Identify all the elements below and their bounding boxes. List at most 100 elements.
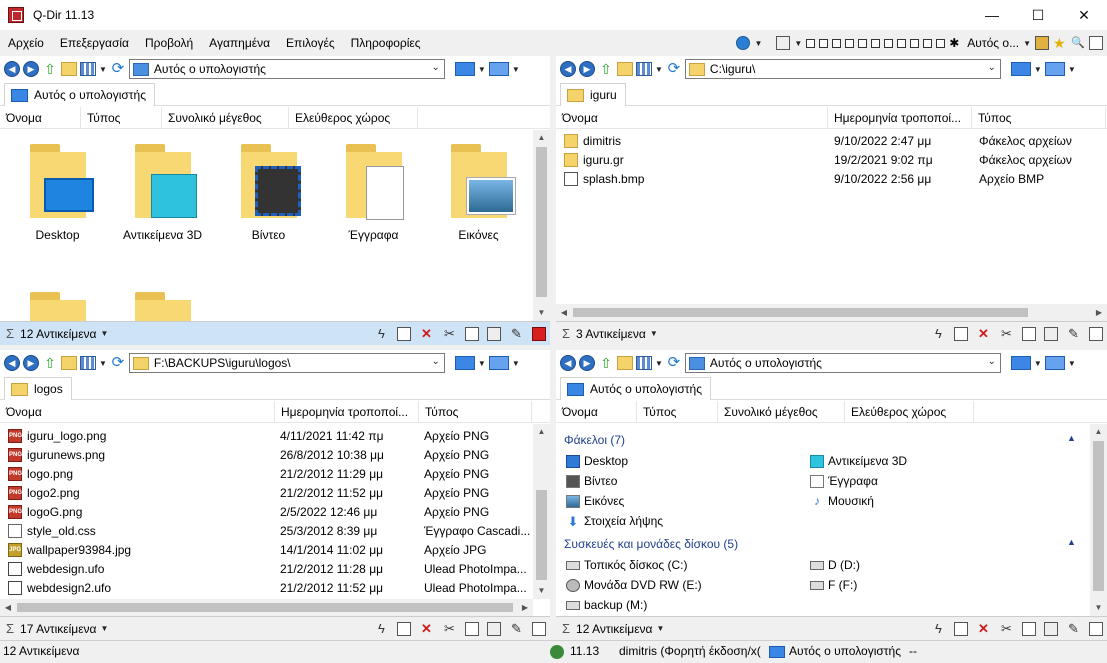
- monitor-icon[interactable]: [454, 356, 475, 370]
- drive-f[interactable]: F (F:): [810, 578, 857, 592]
- delete-icon[interactable]: ✕: [419, 326, 434, 341]
- pane-color-icon[interactable]: [532, 621, 546, 636]
- favorites-folder-icon[interactable]: [617, 62, 633, 76]
- layout-2-icon[interactable]: [806, 38, 816, 48]
- vertical-scrollbar[interactable]: ▲ ▼: [533, 130, 550, 321]
- menu-edit[interactable]: Επεξεργασία: [52, 30, 137, 56]
- folder-3d-objects[interactable]: Αντικείμενα 3D: [810, 454, 907, 468]
- back-icon[interactable]: ◀: [4, 355, 20, 371]
- star-icon[interactable]: ★: [1053, 36, 1067, 50]
- horizontal-scrollbar[interactable]: ◀ ▶: [0, 599, 533, 616]
- back-icon[interactable]: ◀: [560, 61, 576, 77]
- col-type[interactable]: Τύπος: [637, 401, 718, 423]
- dropdown-arrow-icon[interactable]: ▼: [100, 624, 108, 633]
- address-bar[interactable]: Αυτός ο υπολογιστής ⌄: [684, 353, 1001, 373]
- up-arrow-icon[interactable]: ⇧: [42, 355, 58, 371]
- dropdown-arrow-icon[interactable]: ▼: [478, 359, 486, 368]
- tools-icon[interactable]: ✱: [949, 36, 963, 50]
- forward-icon[interactable]: ▶: [23, 355, 39, 371]
- list-item[interactable]: style_old.css 25/3/2012 8:39 μμ Έγγραφο Ca…: [0, 521, 534, 540]
- dropdown-arrow-icon[interactable]: ▼: [1068, 359, 1076, 368]
- dropdown-arrow-icon[interactable]: ▼: [754, 39, 762, 48]
- forward-icon[interactable]: ▶: [579, 355, 595, 371]
- vertical-scrollbar[interactable]: ▲ ▼: [1090, 424, 1107, 616]
- item-count[interactable]: 12 Αντικείμενα: [576, 622, 652, 636]
- col-free-space[interactable]: Ελεύθερος χώρος: [845, 401, 974, 423]
- scroll-thumb[interactable]: [1093, 441, 1104, 591]
- list-item[interactable]: dimitris 9/10/2022 2:47 μμ Φάκελος αρχεί…: [556, 131, 1099, 150]
- paste-icon[interactable]: [1044, 326, 1058, 341]
- list-item[interactable]: PNG logoG.png 2/5/2022 12:46 μμ Αρχείο PNG: [0, 502, 534, 521]
- col-total-size[interactable]: Συνολικό μέγεθος: [718, 401, 845, 423]
- copy-icon[interactable]: [465, 326, 479, 341]
- favorites-folder-icon[interactable]: [61, 62, 77, 76]
- dropdown-arrow-icon[interactable]: ▼: [655, 65, 663, 74]
- dropdown-arrow-icon[interactable]: ▼: [478, 65, 486, 74]
- back-icon[interactable]: ◀: [560, 355, 576, 371]
- up-arrow-icon[interactable]: ⇧: [42, 61, 58, 77]
- refresh-icon[interactable]: ⟳: [110, 355, 126, 371]
- refresh-icon[interactable]: ⟳: [110, 61, 126, 77]
- folder-item-partial-2[interactable]: [110, 286, 215, 326]
- scroll-up-icon[interactable]: ▲: [1090, 424, 1107, 440]
- menu-file[interactable]: Αρχείο: [0, 30, 52, 56]
- layout-6-icon[interactable]: [858, 38, 868, 48]
- list-item[interactable]: iguru.gr 19/2/2021 9:02 πμ Φάκελος αρχεί…: [556, 150, 1099, 169]
- layout-9-icon[interactable]: [897, 38, 907, 48]
- address-bar[interactable]: F:\BACKUPS\iguru\logos\ ⌄: [128, 353, 445, 373]
- lightning-icon[interactable]: ϟ: [931, 621, 946, 636]
- list-item[interactable]: webdesign2.ufo 21/2/2012 11:52 μμ Ulead Ph…: [0, 578, 534, 597]
- folder-music[interactable]: ♪ Μουσική: [810, 494, 874, 508]
- scroll-up-icon[interactable]: ▲: [533, 424, 550, 440]
- folder-item-documents[interactable]: Έγγραφα: [321, 138, 426, 242]
- folder-item-pictures[interactable]: Εικόνες: [426, 138, 531, 242]
- toolbar-location-label[interactable]: Αυτός ο...: [967, 36, 1019, 50]
- rename-icon[interactable]: ✎: [1066, 326, 1081, 341]
- tab-iguru[interactable]: iguru: [560, 83, 626, 106]
- address-bar[interactable]: Αυτός ο υπολογιστής ⌄: [128, 59, 445, 79]
- chevron-down-icon[interactable]: ⌄: [432, 62, 440, 73]
- chevron-up-icon[interactable]: ▲: [1067, 537, 1076, 547]
- item-count[interactable]: 17 Αντικείμενα: [20, 622, 96, 636]
- chevron-up-icon[interactable]: ▲: [1067, 433, 1076, 443]
- scroll-left-icon[interactable]: ◀: [556, 304, 572, 321]
- dropdown-arrow-icon[interactable]: ▼: [656, 624, 664, 633]
- maximize-button[interactable]: ☐: [1015, 0, 1061, 30]
- folder-item-desktop[interactable]: Desktop: [5, 138, 110, 242]
- monitor-icon[interactable]: [454, 62, 475, 76]
- delete-icon[interactable]: ✕: [976, 621, 991, 636]
- col-type[interactable]: Τύπος: [419, 401, 532, 423]
- scroll-up-icon[interactable]: ▲: [533, 130, 550, 146]
- paste-icon[interactable]: [1044, 621, 1058, 636]
- menu-favorites[interactable]: Αγαπημένα: [201, 30, 278, 56]
- layout-icon[interactable]: [776, 36, 791, 50]
- lightning-icon[interactable]: ϟ: [374, 621, 389, 636]
- delete-icon[interactable]: ✕: [419, 621, 434, 636]
- menu-view[interactable]: Προβολή: [137, 30, 201, 56]
- layout-12-icon[interactable]: [936, 38, 946, 48]
- rename-icon[interactable]: ✎: [509, 326, 524, 341]
- folder-item-videos[interactable]: Βίντεο: [216, 138, 321, 242]
- rename-icon[interactable]: ✎: [509, 621, 524, 636]
- layout-10-icon[interactable]: [910, 38, 920, 48]
- mail-icon[interactable]: [397, 621, 411, 636]
- tab-logos[interactable]: logos: [4, 377, 72, 400]
- chevron-down-icon[interactable]: ⌄: [432, 356, 440, 367]
- monitor-2-icon[interactable]: [1044, 356, 1065, 370]
- monitor-icon[interactable]: [1010, 356, 1031, 370]
- col-name[interactable]: Όνομα: [0, 401, 275, 423]
- group-header-drives[interactable]: Συσκευές και μονάδες δίσκου (5) ▲: [564, 537, 1084, 551]
- col-name[interactable]: Όνομα: [556, 401, 637, 423]
- cut-icon[interactable]: ✂: [442, 621, 457, 636]
- scroll-right-icon[interactable]: ▶: [1091, 304, 1107, 321]
- menu-info[interactable]: Πληροφορίες: [343, 30, 429, 56]
- view-mode-icon[interactable]: [80, 356, 96, 370]
- dropdown-arrow-icon[interactable]: ▼: [100, 329, 108, 338]
- up-arrow-icon[interactable]: ⇧: [598, 355, 614, 371]
- cut-icon[interactable]: ✂: [999, 621, 1014, 636]
- layout-3-icon[interactable]: [819, 38, 829, 48]
- dropdown-arrow-icon[interactable]: ▼: [655, 359, 663, 368]
- folder-desktop[interactable]: Desktop: [566, 454, 628, 468]
- dropdown-arrow-icon[interactable]: ▼: [794, 39, 802, 48]
- col-name[interactable]: Όνομα: [556, 107, 828, 129]
